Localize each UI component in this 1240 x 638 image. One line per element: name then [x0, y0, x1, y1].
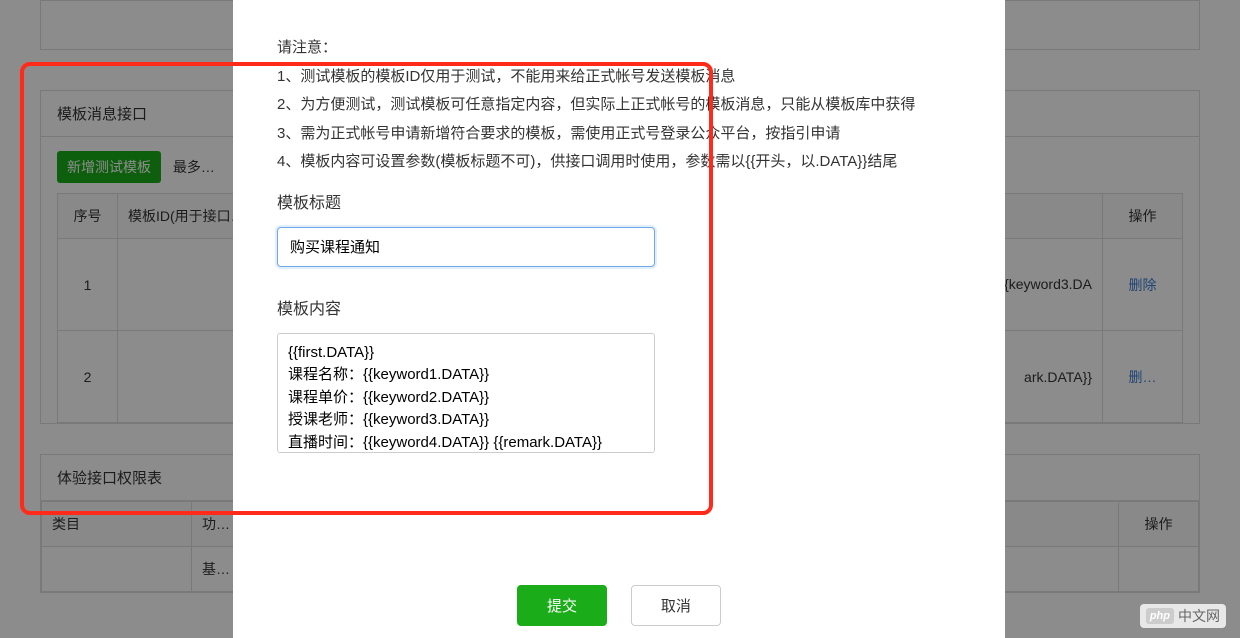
title-label: 模板标题 — [277, 189, 961, 213]
content-label: 模板内容 — [277, 295, 961, 319]
notice-header: 请注意： — [277, 34, 961, 63]
notice-line: 4、模板内容可设置参数(模板标题不可)，供接口调用时使用，参数需以{{开头，以.… — [277, 148, 961, 177]
watermark: php 中文网 — [1140, 604, 1226, 628]
notice-line: 1、测试模板的模板ID仅用于测试，不能用来给正式帐号发送模板消息 — [277, 63, 961, 92]
modal-actions: 提交 取消 — [233, 585, 1005, 626]
notice-block: 请注意： 1、测试模板的模板ID仅用于测试，不能用来给正式帐号发送模板消息 2、… — [277, 34, 961, 177]
watermark-text: 中文网 — [1178, 606, 1220, 626]
template-modal: 请注意： 1、测试模板的模板ID仅用于测试，不能用来给正式帐号发送模板消息 2、… — [233, 0, 1005, 638]
cancel-button[interactable]: 取消 — [631, 585, 721, 626]
notice-line: 3、需为正式帐号申请新增符合要求的模板，需使用正式号登录公众平台，按指引申请 — [277, 120, 961, 149]
watermark-badge: php — [1146, 608, 1174, 624]
template-content-textarea[interactable] — [277, 333, 655, 453]
template-title-input[interactable] — [277, 227, 655, 267]
submit-button[interactable]: 提交 — [517, 585, 607, 626]
notice-line: 2、为方便测试，测试模板可任意指定内容，但实际上正式帐号的模板消息，只能从模板库… — [277, 91, 961, 120]
